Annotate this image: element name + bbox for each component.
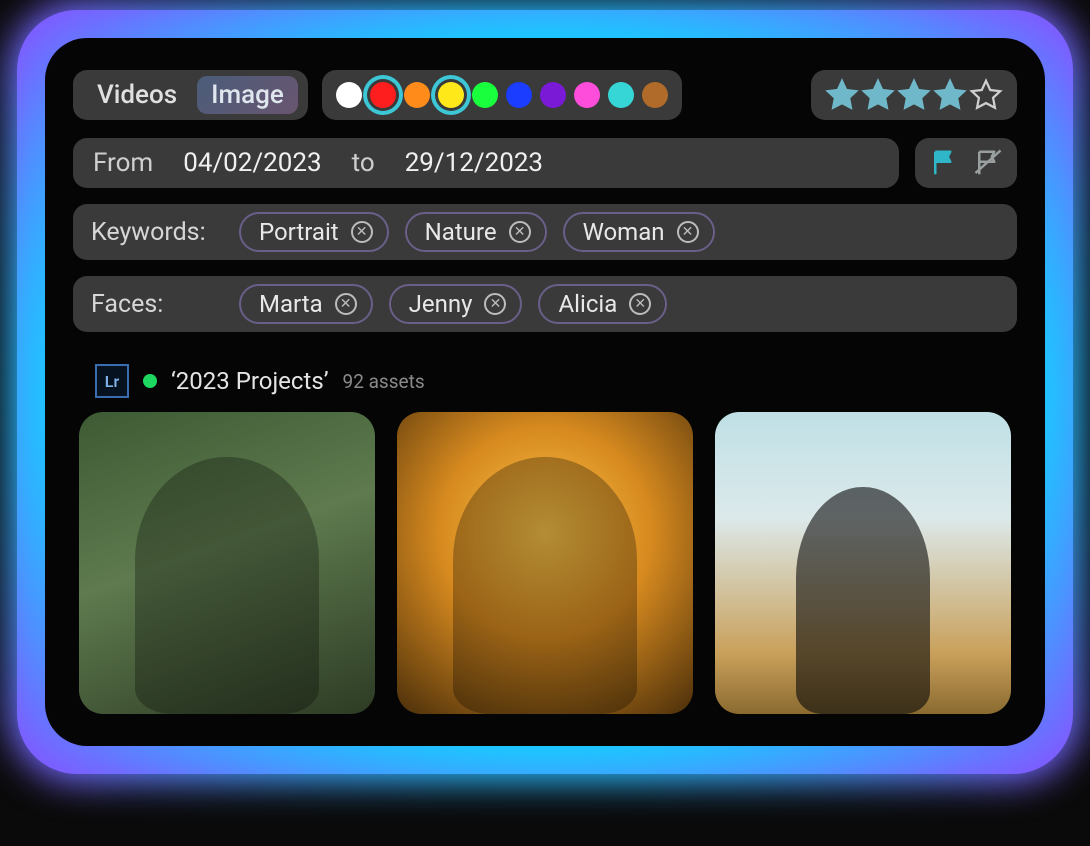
top-filter-row: Videos Image [73,70,1017,120]
face-chip[interactable]: Marta ✕ [239,284,373,324]
thumbnail-item[interactable] [715,412,1011,714]
type-option-image[interactable]: Image [197,76,298,114]
collection-header: Lr ‘2023 Projects’ 92 assets [95,364,1017,398]
date-from-value: 04/02/2023 [183,148,321,178]
flagged-icon[interactable] [929,148,959,178]
remove-chip-icon[interactable]: ✕ [335,293,357,315]
faces-filter-bar: Faces: Marta ✕ Jenny ✕ Alicia ✕ [73,276,1017,332]
color-swatch[interactable] [404,82,430,108]
keywords-filter-bar: Keywords: Portrait ✕ Nature ✕ Woman ✕ [73,204,1017,260]
thumbnail-item[interactable] [397,412,693,714]
keyword-chip-label: Nature [425,218,497,246]
thumbnail-grid [73,412,1017,714]
star-filled-icon[interactable] [897,78,931,112]
date-flag-row: From 04/02/2023 to 29/12/2023 [73,138,1017,188]
date-from-label: From [93,148,153,178]
star-filled-icon[interactable] [825,78,859,112]
keyword-chip[interactable]: Nature ✕ [405,212,547,252]
flag-filter-group [915,138,1017,188]
keyword-chip[interactable]: Woman ✕ [563,212,715,252]
face-chip-label: Alicia [558,290,617,318]
color-swatch[interactable] [472,82,498,108]
type-option-videos[interactable]: Videos [83,76,191,114]
media-type-toggle: Videos Image [73,70,308,120]
date-to-label: to [352,148,375,178]
thumbnail-item[interactable] [79,412,375,714]
faces-label: Faces: [91,290,221,319]
face-chip[interactable]: Jenny ✕ [389,284,523,324]
face-chip[interactable]: Alicia ✕ [538,284,667,324]
date-range-filter[interactable]: From 04/02/2023 to 29/12/2023 [73,138,899,188]
face-chip-label: Jenny [409,290,473,318]
keyword-chip-label: Woman [583,218,665,246]
color-swatch[interactable] [642,82,668,108]
color-swatch[interactable] [506,82,532,108]
asset-count: 92 assets [343,370,425,393]
color-swatch[interactable] [438,82,464,108]
face-chip-label: Marta [259,290,323,318]
collection-name: ‘2023 Projects’ [171,367,329,395]
unflagged-icon[interactable] [973,148,1003,178]
color-swatch[interactable] [608,82,634,108]
color-swatch[interactable] [336,82,362,108]
star-filled-icon[interactable] [933,78,967,112]
remove-chip-icon[interactable]: ✕ [629,293,651,315]
star-outline-icon[interactable] [969,78,1003,112]
keyword-chip[interactable]: Portrait ✕ [239,212,389,252]
rating-filter [811,70,1017,120]
lightroom-icon: Lr [95,364,129,398]
date-to-value: 29/12/2023 [405,148,543,178]
color-swatch[interactable] [540,82,566,108]
star-filled-icon[interactable] [861,78,895,112]
keyword-chip-label: Portrait [259,218,339,246]
color-label-filter [322,70,682,120]
remove-chip-icon[interactable]: ✕ [677,221,699,243]
color-swatch[interactable] [574,82,600,108]
remove-chip-icon[interactable]: ✕ [351,221,373,243]
sync-status-dot-icon [143,374,157,388]
keywords-label: Keywords: [91,218,221,247]
remove-chip-icon[interactable]: ✕ [509,221,531,243]
color-swatch[interactable] [370,82,396,108]
asset-filter-panel: Videos Image From 04/02/2023 to 29/12/20… [45,38,1045,746]
remove-chip-icon[interactable]: ✕ [484,293,506,315]
